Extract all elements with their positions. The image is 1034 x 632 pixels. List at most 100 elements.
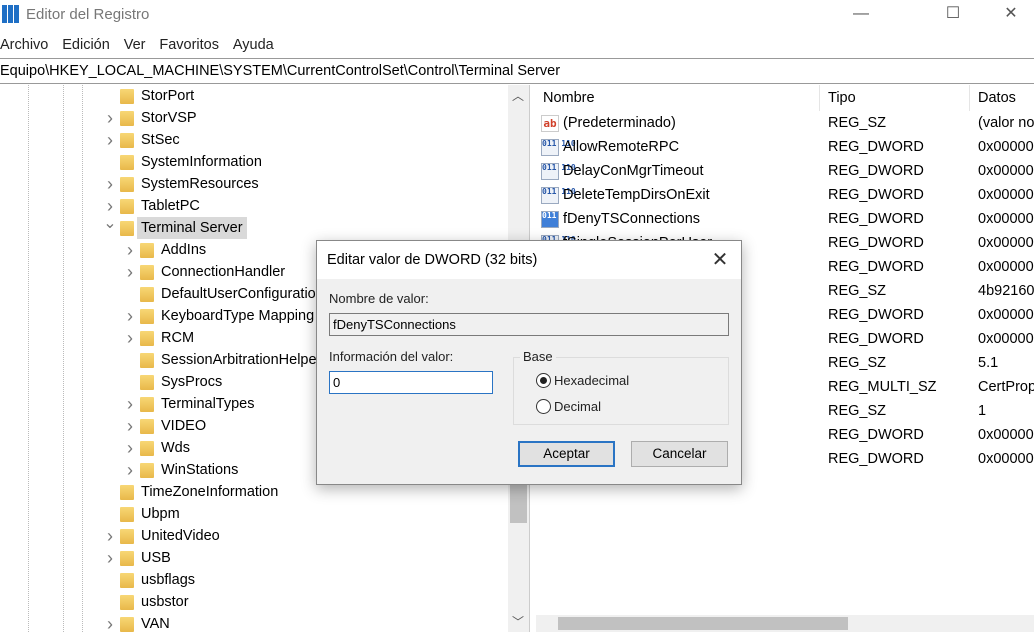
folder-icon bbox=[140, 331, 154, 346]
menu-bar: Archivo Edición Ver Favoritos Ayuda bbox=[0, 33, 284, 57]
minimize-button[interactable]: — bbox=[838, 0, 884, 30]
expand-chevron-icon[interactable]: › bbox=[123, 437, 137, 459]
tree-item[interactable]: usbflags bbox=[0, 569, 508, 591]
tree-item-label: Terminal Server bbox=[137, 217, 247, 239]
menu-ver[interactable]: Ver bbox=[124, 33, 146, 57]
value-data: (valor no bbox=[978, 115, 1034, 131]
value-data: 0x000000 bbox=[978, 451, 1034, 467]
value-row[interactable]: ab (Predeterminado) REG_SZ (valor no bbox=[536, 111, 1034, 135]
window-title: Editor del Registro bbox=[26, 6, 150, 23]
folder-icon bbox=[140, 243, 154, 258]
tree-item-label: SessionArbitrationHelper bbox=[161, 352, 322, 368]
close-button[interactable]: ✕ bbox=[988, 0, 1034, 30]
value-data: CertProp bbox=[978, 379, 1034, 395]
tree-item[interactable]: › StSec bbox=[0, 129, 508, 151]
tree-item-label: SystemInformation bbox=[141, 154, 262, 170]
expand-chevron-icon[interactable]: › bbox=[103, 173, 117, 195]
cancel-button[interactable]: Cancelar bbox=[631, 441, 728, 467]
tree-item-label: usbflags bbox=[141, 572, 196, 588]
folder-icon bbox=[120, 529, 134, 544]
tree-item-label: ConnectionHandler bbox=[161, 264, 286, 280]
value-name: DeleteTempDirsOnExit bbox=[563, 187, 710, 203]
value-row[interactable]: 011 110 fDenyTSConnections REG_DWORD 0x0000… bbox=[536, 207, 1034, 231]
string-value-icon: ab bbox=[541, 115, 559, 132]
tree-item[interactable]: usbstor bbox=[0, 591, 508, 613]
base-label: Base bbox=[520, 349, 556, 364]
value-type: REG_SZ bbox=[828, 403, 887, 419]
hexadecimal-label[interactable]: Hexadecimal bbox=[554, 373, 629, 388]
folder-icon bbox=[120, 111, 134, 126]
tree-item[interactable]: › SystemResources bbox=[0, 173, 508, 195]
folder-icon bbox=[140, 287, 154, 302]
tree-item-label: TimeZoneInformation bbox=[141, 484, 279, 500]
menu-ayuda[interactable]: Ayuda bbox=[233, 33, 274, 57]
expand-chevron-icon[interactable]: › bbox=[103, 547, 117, 569]
menu-favoritos[interactable]: Favoritos bbox=[159, 33, 219, 57]
expand-chevron-icon[interactable]: › bbox=[123, 261, 137, 283]
value-type: REG_DWORD bbox=[828, 139, 924, 155]
scroll-down-arrow-icon[interactable]: ﹀ bbox=[512, 613, 524, 630]
binary-value-icon: 011 110 bbox=[541, 139, 576, 156]
expand-chevron-icon[interactable]: › bbox=[103, 129, 117, 151]
address-bar[interactable]: Equipo\HKEY_LOCAL_MACHINE\SYSTEM\Current… bbox=[0, 58, 1034, 84]
expand-chevron-icon[interactable]: › bbox=[123, 327, 137, 349]
column-header-nombre[interactable]: Nombre bbox=[536, 85, 820, 111]
maximize-button[interactable]: ☐ bbox=[930, 0, 976, 30]
accept-button[interactable]: Aceptar bbox=[518, 441, 615, 467]
tree-item-label: Wds bbox=[161, 440, 190, 456]
edit-dword-dialog: Editar valor de DWORD (32 bits) ✕ Nombre… bbox=[316, 240, 742, 485]
expand-chevron-icon[interactable]: › bbox=[103, 525, 117, 547]
list-horizontal-scrollbar[interactable] bbox=[536, 615, 1034, 632]
tree-item[interactable]: › USB bbox=[0, 547, 508, 569]
menu-archivo[interactable]: Archivo bbox=[0, 33, 48, 57]
folder-icon bbox=[120, 199, 134, 214]
list-scroll-thumb[interactable] bbox=[558, 617, 848, 630]
tree-item[interactable]: StorPort bbox=[0, 85, 508, 107]
expand-chevron-icon[interactable]: › bbox=[123, 415, 137, 437]
tree-item[interactable]: › TabletPC bbox=[0, 195, 508, 217]
decimal-radio[interactable] bbox=[536, 399, 551, 414]
value-type: REG_DWORD bbox=[828, 187, 924, 203]
tree-item-label: StSec bbox=[141, 132, 180, 148]
tree-item[interactable]: Ubpm bbox=[0, 503, 508, 525]
dialog-close-icon[interactable]: ✕ bbox=[705, 245, 735, 275]
folder-icon bbox=[120, 551, 134, 566]
expand-chevron-icon[interactable]: › bbox=[123, 239, 137, 261]
scroll-up-arrow-icon[interactable]: ︿ bbox=[512, 87, 524, 104]
column-header-datos[interactable]: Datos bbox=[970, 85, 1034, 111]
value-row[interactable]: 011 110 DelayConMgrTimeout REG_DWORD 0x0000… bbox=[536, 159, 1034, 183]
tree-item[interactable]: › StorVSP bbox=[0, 107, 508, 129]
tree-item[interactable]: ⌄ Terminal Server bbox=[0, 215, 508, 239]
tree-item-label: SysProcs bbox=[161, 374, 223, 390]
value-name: (Predeterminado) bbox=[563, 115, 676, 131]
tree-item[interactable]: › UnitedVideo bbox=[0, 525, 508, 547]
tree-item-label: SystemResources bbox=[141, 176, 259, 192]
tree-item-label: usbstor bbox=[141, 594, 189, 610]
binary-value-icon: 011 110 bbox=[541, 187, 576, 204]
decimal-label[interactable]: Decimal bbox=[554, 399, 601, 414]
value-data: 0x000000 bbox=[978, 187, 1034, 203]
value-name: fDenyTSConnections bbox=[563, 211, 701, 227]
tree-item-label: VAN bbox=[141, 616, 170, 632]
expand-chevron-icon[interactable]: › bbox=[103, 107, 117, 129]
collapse-chevron-icon[interactable]: ⌄ bbox=[103, 213, 117, 235]
tree-item[interactable]: › VAN bbox=[0, 613, 508, 632]
value-type: REG_DWORD bbox=[828, 331, 924, 347]
tree-item-label: TabletPC bbox=[141, 198, 200, 214]
value-data: 0x000000 bbox=[978, 427, 1034, 443]
value-type: REG_DWORD bbox=[828, 235, 924, 251]
value-row[interactable]: 011 110AllowRemoteRPC REG_DWORD 0x000000 bbox=[536, 135, 1034, 159]
folder-icon bbox=[120, 89, 134, 104]
value-data: 0x000000 bbox=[978, 259, 1034, 275]
column-header-tipo[interactable]: Tipo bbox=[820, 85, 970, 111]
expand-chevron-icon[interactable]: › bbox=[123, 393, 137, 415]
hexadecimal-radio[interactable] bbox=[536, 373, 551, 388]
expand-chevron-icon[interactable]: › bbox=[103, 613, 117, 632]
tree-item[interactable]: SystemInformation bbox=[0, 151, 508, 173]
expand-chevron-icon[interactable]: › bbox=[123, 305, 137, 327]
tree-item-label: StorVSP bbox=[141, 110, 197, 126]
expand-chevron-icon[interactable]: › bbox=[123, 459, 137, 481]
menu-edicion[interactable]: Edición bbox=[62, 33, 110, 57]
value-row[interactable]: 011 110 DeleteTempDirsOnExit REG_DWORD 0x00… bbox=[536, 183, 1034, 207]
value-data-input[interactable]: 0 bbox=[329, 371, 493, 394]
